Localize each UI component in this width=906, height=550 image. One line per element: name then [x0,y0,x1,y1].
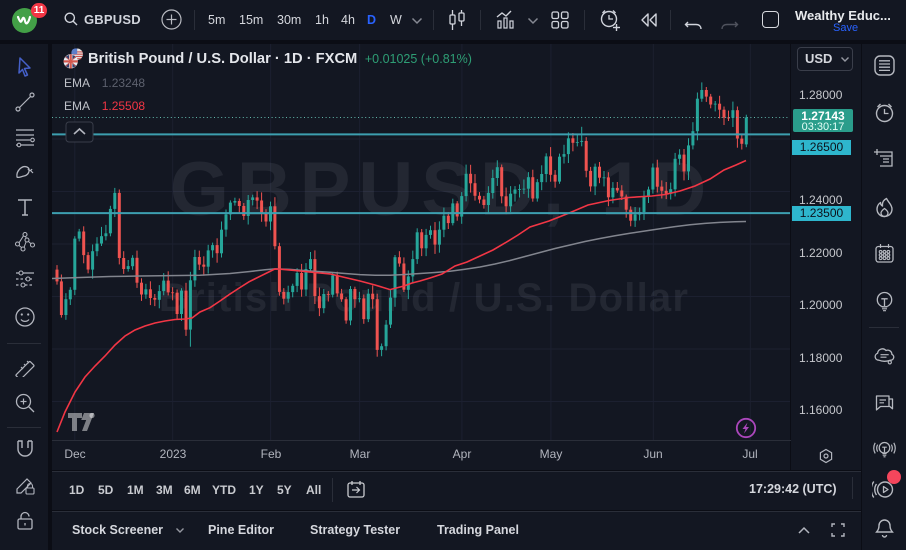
svg-text:British Pound / U.S. Dollar: British Pound / U.S. Dollar [159,276,689,320]
svg-text:GBPUSD, 1D: GBPUSD, 1D [170,147,715,232]
